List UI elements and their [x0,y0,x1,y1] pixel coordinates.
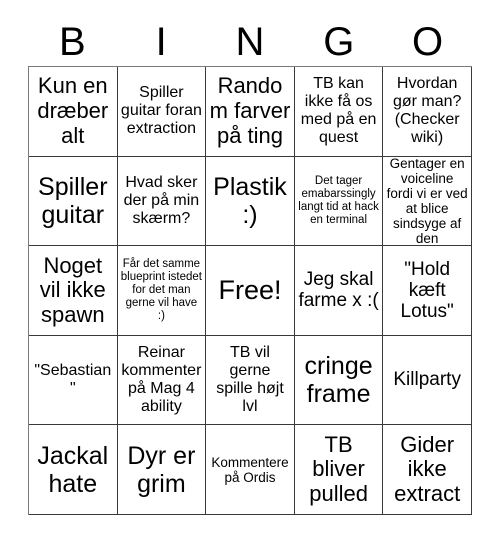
bingo-cell-label: Kun en dræber alt [37,73,109,148]
bingo-row-2: Spiller guitar Hvad sker der på min skær… [29,156,472,247]
bingo-row-3: Noget vil ikke spawn Får det samme bluep… [29,246,472,336]
bingo-cell-r4c3[interactable]: TB vil gerne spille højt lvl [206,335,295,426]
bingo-cell-r1c4[interactable]: TB kan ikke få os med på en quest [294,67,384,157]
bingo-cell-label: TB bliver pulled [309,431,368,506]
bingo-cell-r1c5[interactable]: Hvordan gør man? (Checker wiki) [383,67,472,157]
bingo-cell-free-space[interactable]: Free! [206,246,295,336]
bingo-cell-r4c1[interactable]: "Sebastian" [29,335,118,426]
bingo-cell-label: Random farver på ting [209,73,291,148]
bingo-cell-r2c4[interactable]: Det tager emabarssingly langt tid at hac… [294,156,384,247]
bingo-cell-label: TB vil gerne spille højt lvl [216,344,284,415]
bingo-row-5: Jackal hate Dyr er grim Kommentere på Or… [29,425,472,515]
bingo-row-1: Kun en dræber alt Spiller guitar foran e… [29,67,472,157]
bingo-cell-r3c4[interactable]: Jeg skal farme x :( [294,246,384,336]
bingo-cell-label: Killparty [393,369,461,391]
bingo-cell-label: Jackal hate [37,441,109,498]
bingo-grid: Kun en dræber alt Spiller guitar foran e… [28,66,472,515]
bingo-cell-r2c2[interactable]: Hvad sker der på min skærm? [117,156,207,247]
bingo-cell-r5c4[interactable]: TB bliver pulled [294,425,384,515]
bingo-cell-label: Får det samme blueprint istedet for det … [120,258,202,322]
bingo-cell-label: Spiller guitar [38,172,108,229]
bingo-cell-label: "Sebastian" [34,362,112,398]
bingo-cell-r5c3[interactable]: Kommentere på Ordis [206,425,295,515]
bingo-row-4: "Sebastian" Reinar kommenter på Mag 4 ab… [29,335,472,426]
bingo-header-letter-n: N [235,20,265,64]
bingo-cell-label: Spiller guitar foran extraction [120,84,202,138]
bingo-cell-r3c5[interactable]: "Hold kæft Lotus" [383,246,472,336]
bingo-cell-r2c5[interactable]: Gentager en voiceline fordi vi er ved at… [383,156,472,247]
bingo-cell-label: Gider ikke extract [394,431,461,506]
bingo-cell-label: cringe frame [304,352,373,409]
bingo-cell-label: Hvordan gør man? (Checker wiki) [392,75,462,147]
bingo-cell-r1c1[interactable]: Kun en dræber alt [29,67,118,157]
bingo-header-letter-i: I [155,20,167,64]
bingo-cell-label: Plastik :) [213,172,287,229]
bingo-cell-r3c1[interactable]: Noget vil ikke spawn [29,246,118,336]
bingo-header-letter-g: G [323,20,355,64]
bingo-header-letter-o: O [412,20,444,64]
bingo-cell-label: "Hold kæft Lotus" [400,258,454,323]
bingo-cell-label: Hvad sker der på min skærm? [123,174,200,227]
bingo-cell-label: Free! [218,275,282,306]
bingo-cell-r4c5[interactable]: Killparty [383,335,472,426]
bingo-cell-r1c2[interactable]: Spiller guitar foran extraction [117,67,207,157]
bingo-cell-r4c2[interactable]: Reinar kommenter på Mag 4 ability [117,335,207,426]
bingo-cell-r1c3[interactable]: Random farver på ting [206,67,295,157]
bingo-cell-r4c4[interactable]: cringe frame [294,335,384,426]
bingo-cell-label: Gentager en voiceline fordi vi er ved at… [386,156,468,247]
bingo-cell-r5c2[interactable]: Dyr er grim [117,425,207,515]
bingo-cell-label: Dyr er grim [127,441,196,498]
bingo-header-row: B I N G O [28,0,472,66]
bingo-cell-r2c3[interactable]: Plastik :) [206,156,295,247]
bingo-cell-label: Reinar kommenter på Mag 4 ability [121,344,202,415]
bingo-cell-label: Kommentere på Ordis [211,454,289,485]
bingo-cell-r2c1[interactable]: Spiller guitar [29,156,118,247]
bingo-cell-r5c1[interactable]: Jackal hate [29,425,118,515]
bingo-cell-label: Noget vil ikke spawn [39,252,106,327]
bingo-header-letter-b: B [59,20,86,64]
bingo-cell-label: Jeg skal farme x :( [298,269,379,312]
bingo-cell-label: TB kan ikke få os med på en quest [300,75,377,147]
bingo-cell-r3c2[interactable]: Får det samme blueprint istedet for det … [117,246,207,336]
bingo-cell-label: Det tager emabarssingly langt tid at hac… [298,175,379,226]
bingo-card: B I N G O Kun en dræber alt Spiller guit… [0,0,500,544]
bingo-cell-r5c5[interactable]: Gider ikke extract [383,425,472,515]
